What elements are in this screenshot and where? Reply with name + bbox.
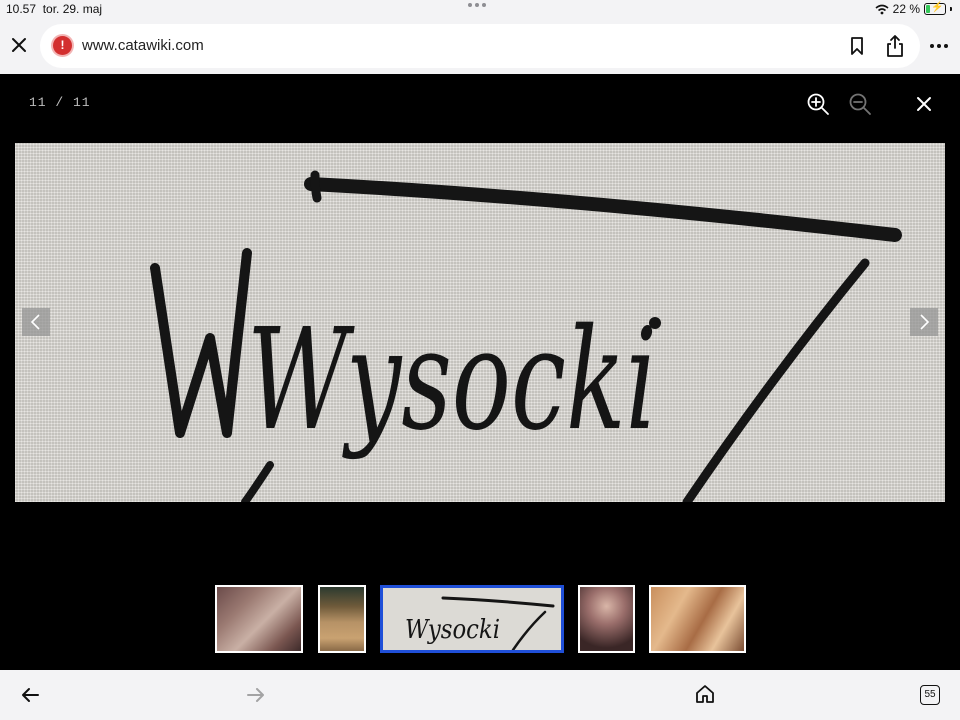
signature-text: Wysocki xyxy=(247,299,657,462)
close-viewer-icon[interactable] xyxy=(914,94,934,114)
thumbnail[interactable] xyxy=(578,585,635,653)
image-viewer: 11 / 11 Wysocki Wysocki xyxy=(0,74,960,670)
main-image[interactable]: Wysocki xyxy=(15,143,945,502)
share-icon[interactable] xyxy=(885,34,905,58)
back-icon[interactable] xyxy=(20,686,40,704)
thumbnail-strip: Wysocki xyxy=(0,585,960,657)
thumbnail[interactable] xyxy=(318,585,366,653)
multitasking-dots[interactable] xyxy=(468,3,486,7)
bookmark-icon[interactable] xyxy=(848,36,866,56)
warning-icon[interactable]: ! xyxy=(53,36,72,55)
status-date: tor. 29. maj xyxy=(42,2,103,16)
thumbnail[interactable] xyxy=(215,585,303,653)
wifi-icon xyxy=(875,4,889,14)
thumbnail-signature: Wysocki xyxy=(405,596,555,650)
status-time: 10.57 tor. 29. maj xyxy=(6,2,103,16)
battery-percent: 22 % xyxy=(892,2,920,16)
browser-bottom-bar: 55 xyxy=(0,670,960,720)
thumbnail-signature-text: Wysocki xyxy=(405,615,500,645)
zoom-in-icon[interactable] xyxy=(806,92,830,116)
forward-icon[interactable] xyxy=(246,686,266,704)
close-icon[interactable] xyxy=(8,34,30,56)
tabs-icon[interactable]: 55 xyxy=(920,685,940,705)
home-icon[interactable] xyxy=(695,684,715,704)
chevron-right-icon[interactable] xyxy=(910,308,938,336)
browser-toolbar: ! www.catawiki.com xyxy=(0,20,960,74)
battery-icon: ⚡ xyxy=(924,2,946,15)
image-counter: 11 / 11 xyxy=(29,95,91,110)
signature-image: Wysocki xyxy=(150,170,902,502)
status-right: 22 % ⚡ xyxy=(875,2,952,16)
thumbnail[interactable] xyxy=(649,585,746,653)
thumbnail-selected[interactable]: Wysocki xyxy=(380,585,564,653)
zoom-out-icon[interactable] xyxy=(848,92,872,116)
more-icon[interactable] xyxy=(930,44,948,48)
url-text[interactable]: www.catawiki.com xyxy=(82,37,204,54)
status-bar: 10.57 tor. 29. maj 22 % ⚡ xyxy=(0,0,960,20)
chevron-left-icon[interactable] xyxy=(22,308,50,336)
address-bar[interactable]: ! www.catawiki.com xyxy=(40,24,920,68)
